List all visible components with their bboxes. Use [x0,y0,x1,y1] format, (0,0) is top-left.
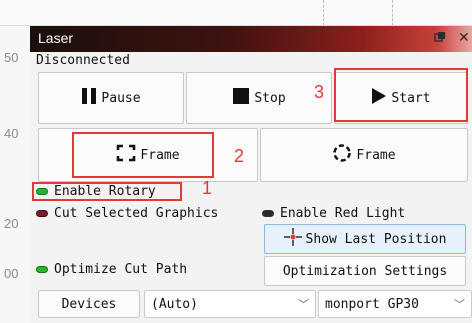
chevron-down-icon: ﹀ [298,298,309,311]
annotation-number: 3 [314,82,325,102]
enable-red-light-toggle[interactable]: Enable Red Light [262,206,405,221]
annotation-box-start [334,68,468,122]
divider [323,0,324,25]
frame-circle-button[interactable]: Frame [260,128,468,182]
optimize-cut-path-label: Optimize Cut Path [54,262,188,277]
optimization-settings-label: Optimization Settings [282,263,448,279]
chevron-down-icon: ﹀ [454,298,465,311]
stop-button[interactable]: Stop [186,72,332,124]
frame-circle-icon [332,143,352,167]
devices-button[interactable]: Devices [38,290,140,318]
show-last-position-button[interactable]: Show Last Position [264,224,466,254]
panel-titlebar: Laser ✕ [30,26,472,52]
crosshair-icon [283,228,302,250]
ruler-tick: 00 [4,266,19,281]
annotation-box-frame [72,132,214,178]
toggle-on-icon [36,266,48,273]
device-select[interactable]: monport GP30 ﹀ [318,290,472,318]
cut-selected-graphics-toggle[interactable]: Cut Selected Graphics [36,206,218,221]
ruler-tick: 50 [4,50,19,65]
optimize-cut-path-toggle[interactable]: Optimize Cut Path [36,262,187,277]
pause-button[interactable]: Pause [38,72,184,124]
enable-red-light-label: Enable Red Light [280,206,406,221]
pause-icon [81,87,97,109]
show-last-position-label: Show Last Position [305,231,447,247]
port-select-value: (Auto) [151,296,198,312]
device-select-value: monport GP30 [325,296,419,312]
annotation-box-rotary [32,182,182,201]
cut-selected-graphics-label: Cut Selected Graphics [54,206,219,221]
ruler-tick: 20 [4,216,19,231]
port-select[interactable]: (Auto) ﹀ [144,290,316,318]
annotation-number: 2 [234,146,245,166]
close-icon[interactable]: ✕ [458,29,470,46]
vertical-ruler: 50 40 20 00 [0,26,30,323]
connection-status: Disconnected [36,53,130,68]
top-toolbar-strip: ▔▔▔▔▔▔ [0,0,472,26]
devices-label: Devices [61,296,117,312]
laser-panel: Laser ✕ Disconnected Pause Stop Start Fr… [30,26,472,323]
cutoff-text: ▔▔▔▔▔▔ [34,0,90,8]
toggle-off-icon [36,210,48,217]
panel-title: Laser [38,30,74,46]
stop-icon [232,87,250,109]
pin-icon[interactable] [434,31,446,47]
pause-label: Pause [101,90,141,106]
ruler-tick: 40 [4,126,19,141]
divider [392,0,393,25]
optimization-settings-button[interactable]: Optimization Settings [264,256,466,286]
stop-label: Stop [254,90,286,106]
frame-circle-label: Frame [356,147,396,163]
toggle-off-icon [262,210,274,217]
annotation-number: 1 [202,178,213,198]
